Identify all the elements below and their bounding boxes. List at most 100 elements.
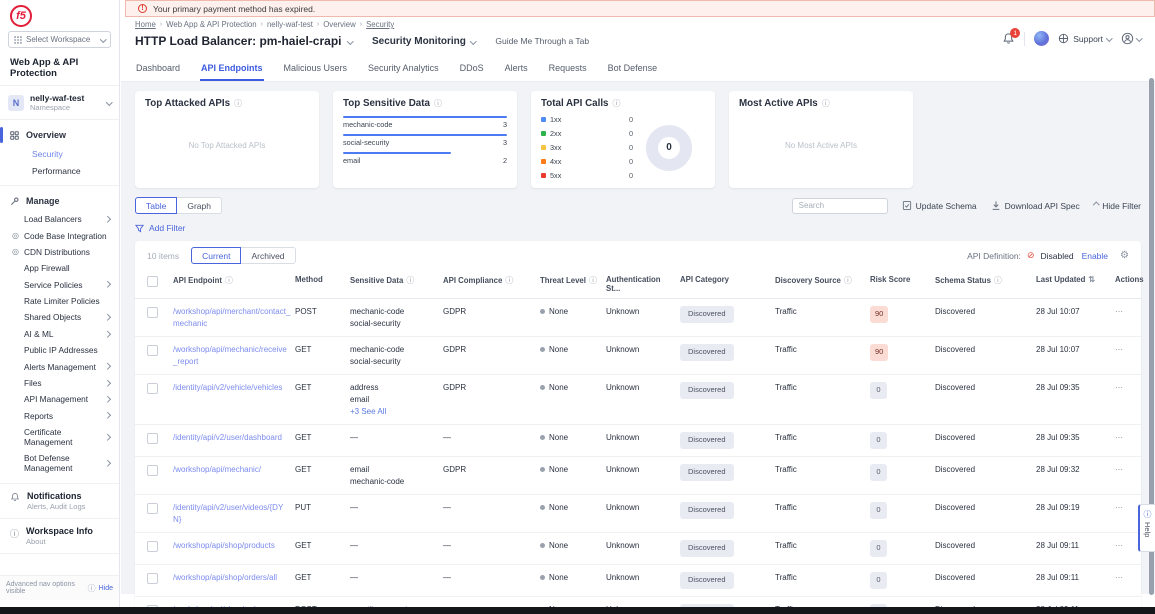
tab-requests[interactable]: Requests xyxy=(548,60,588,81)
endpoint-link[interactable]: /identity/api/v2/user/videos/{DYN} xyxy=(173,502,291,525)
sidebar-item-app-firewall[interactable]: App Firewall xyxy=(0,260,119,276)
help-tab[interactable]: ⓘ Help xyxy=(1138,504,1155,552)
select-all-checkbox[interactable] xyxy=(147,276,158,287)
download-api-spec-button[interactable]: Download API Spec xyxy=(991,200,1080,211)
row-checkbox[interactable] xyxy=(147,465,158,476)
tenant-avatar[interactable] xyxy=(1034,31,1049,46)
sidebar-item-reports[interactable]: Reports xyxy=(0,408,119,424)
row-checkbox[interactable] xyxy=(147,433,158,444)
tab-api-endpoints[interactable]: API Endpoints xyxy=(200,60,264,81)
gear-icon[interactable]: ⚙ xyxy=(1120,250,1129,261)
tab-security-analytics[interactable]: Security Analytics xyxy=(367,60,440,81)
search-input[interactable] xyxy=(792,198,888,214)
tab-malicious-users[interactable]: Malicious Users xyxy=(283,60,349,81)
sidebar-item-files[interactable]: Files xyxy=(0,375,119,391)
sidebar-item-bot-defense-management[interactable]: Bot Defense Management xyxy=(0,450,119,476)
endpoint-link[interactable]: /identity/api/v2/vehicle/vehicles xyxy=(173,382,291,394)
row-actions-button[interactable]: ⋯ xyxy=(1115,573,1124,582)
row-checkbox[interactable] xyxy=(147,541,158,552)
guide-me-link[interactable]: Guide Me Through a Tab xyxy=(495,36,589,46)
sidebar-item-alerts-management[interactable]: Alerts Management xyxy=(0,358,119,374)
tab-bot-defense[interactable]: Bot Defense xyxy=(607,60,659,81)
view-toggle-table[interactable]: Table xyxy=(135,197,177,214)
card-title: Most Active APIs xyxy=(739,98,818,109)
tab-ddos[interactable]: DDoS xyxy=(459,60,485,81)
row-actions-button[interactable]: ⋯ xyxy=(1115,541,1124,550)
breadcrumb-item-overview[interactable]: Overview xyxy=(323,20,356,29)
info-icon[interactable]: ⓘ xyxy=(589,275,597,286)
info-icon[interactable]: ⓘ xyxy=(406,275,414,286)
view-toggle-graph[interactable]: Graph xyxy=(176,197,222,214)
hide-filter-button[interactable]: Hide Filter xyxy=(1094,201,1141,211)
endpoint-link[interactable]: /workshop/api/mechanic/ xyxy=(173,464,291,476)
endpoint-link[interactable]: /identity/api/v2/user/dashboard xyxy=(173,432,291,444)
sidebar-item-label: Alerts Management xyxy=(24,362,105,372)
tab-dashboard[interactable]: Dashboard xyxy=(135,60,181,81)
sidebar-item-notifications[interactable]: NotificationsAlerts, Audit Logs xyxy=(0,484,119,519)
breadcrumb-item-nelly-waf-test[interactable]: nelly-waf-test xyxy=(267,20,313,29)
breadcrumb-item-home[interactable]: Home xyxy=(135,20,156,29)
info-icon[interactable]: ⓘ xyxy=(234,98,242,109)
sidebar-item-shared-objects[interactable]: Shared Objects xyxy=(0,309,119,325)
sidebar-item-security[interactable]: Security xyxy=(0,145,119,162)
breadcrumb-item-web-app-api-protection[interactable]: Web App & API Protection xyxy=(166,20,256,29)
endpoint-link[interactable]: /workshop/api/shop/products xyxy=(173,540,291,552)
sensitive-data-cell: — xyxy=(350,425,443,451)
row-checkbox[interactable] xyxy=(147,503,158,514)
row-actions-button[interactable]: ⋯ xyxy=(1115,345,1124,354)
tab-alerts[interactable]: Alerts xyxy=(504,60,529,81)
sidebar-item-rate-limiter-policies[interactable]: Rate Limiter Policies xyxy=(0,293,119,309)
sidebar-item-manage[interactable]: Manage xyxy=(0,191,119,211)
sidebar-item-api-management[interactable]: API Management xyxy=(0,391,119,407)
endpoint-link[interactable]: /workshop/api/shop/orders/all xyxy=(173,572,291,584)
row-checkbox[interactable] xyxy=(147,307,158,318)
row-checkbox[interactable] xyxy=(147,345,158,356)
info-icon[interactable]: ⓘ xyxy=(225,275,233,286)
info-icon[interactable]: ⓘ xyxy=(822,98,830,109)
row-actions-button[interactable]: ⋯ xyxy=(1115,383,1124,392)
sidebar-item-workspace-info[interactable]: ⓘWorkspace InfoAbout xyxy=(0,519,119,554)
sidebar-item-service-policies[interactable]: Service Policies xyxy=(0,277,119,293)
sidebar-item-certificate-management[interactable]: Certificate Management xyxy=(0,424,119,450)
info-icon[interactable]: ⓘ xyxy=(434,98,442,109)
f5-logo[interactable]: f5 xyxy=(10,5,32,27)
sidebar-item-load-balancers[interactable]: Load Balancers xyxy=(0,211,119,227)
top-sensitive-data-card: Top Sensitive Dataⓘ mechanic-code3social… xyxy=(333,91,517,188)
sidebar-item-performance[interactable]: Performance xyxy=(0,162,119,179)
endpoint-link[interactable]: /workshop/api/merchant/contact_mechanic xyxy=(173,306,291,329)
info-icon[interactable]: ⓘ xyxy=(613,98,621,109)
row-actions-button[interactable]: ⋯ xyxy=(1115,503,1124,512)
info-icon[interactable]: ⓘ xyxy=(505,275,513,286)
account-menu[interactable] xyxy=(1121,32,1142,45)
endpoint-link[interactable]: /workshop/api/mechanic/receive_report xyxy=(173,344,291,367)
monitoring-dropdown[interactable]: Security Monitoring xyxy=(372,36,475,47)
sidebar-item-ai-ml[interactable]: AI & ML xyxy=(0,326,119,342)
notifications-bell-button[interactable]: 1 xyxy=(1002,32,1015,45)
api-definition-enable-link[interactable]: Enable xyxy=(1082,251,1108,261)
info-icon[interactable]: ⓘ xyxy=(844,275,852,286)
method-cell: PUT xyxy=(295,495,350,521)
update-schema-button[interactable]: Update Schema xyxy=(902,200,977,211)
support-menu[interactable]: Support xyxy=(1058,33,1111,44)
sidebar-item-cdn-distributions[interactable]: ◎CDN Distributions xyxy=(0,244,119,260)
add-filter-button[interactable]: Add Filter xyxy=(135,222,1141,234)
row-actions-button[interactable]: ⋯ xyxy=(1115,307,1124,316)
row-checkbox[interactable] xyxy=(147,383,158,394)
advanced-nav-hide-link[interactable]: Hide xyxy=(99,585,113,592)
row-actions-button[interactable]: ⋯ xyxy=(1115,433,1124,442)
load-balancer-title-dropdown[interactable]: HTTP Load Balancer: pm-haiel-crapi xyxy=(135,34,352,48)
sidebar-item-overview[interactable]: Overview xyxy=(0,125,119,145)
info-icon[interactable]: ⓘ xyxy=(994,275,1002,286)
namespace-selector[interactable]: N nelly-waf-test Namespace xyxy=(0,86,119,120)
breadcrumb-item-security[interactable]: Security xyxy=(366,20,394,29)
see-all-link[interactable]: +3 See All xyxy=(350,406,439,418)
sidebar-item-public-ip-addresses[interactable]: Public IP Addresses xyxy=(0,342,119,358)
sort-icon[interactable]: ⇅ xyxy=(1088,275,1095,284)
sidebar-item-code-base-integration[interactable]: ◎Code Base Integration xyxy=(0,227,119,243)
row-actions-button[interactable]: ⋯ xyxy=(1115,465,1124,474)
state-toggle-archived[interactable]: Archived xyxy=(240,247,295,264)
state-toggle-current[interactable]: Current xyxy=(191,247,241,264)
row-checkbox[interactable] xyxy=(147,573,158,584)
discovery-source-cell: Traffic xyxy=(775,533,870,559)
workspace-selector[interactable]: Select Workspace xyxy=(8,31,111,48)
